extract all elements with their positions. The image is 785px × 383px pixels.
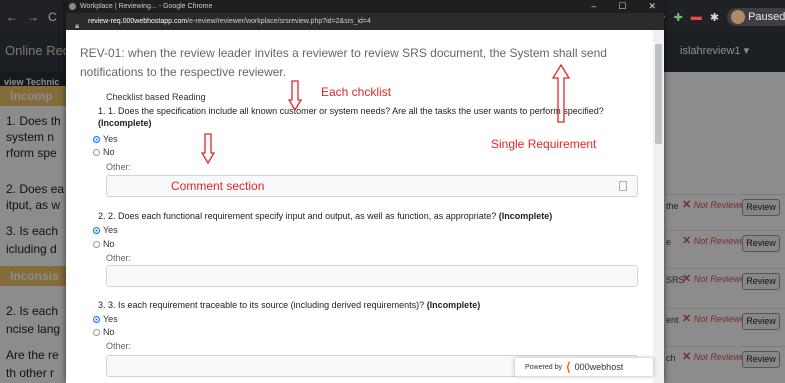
down-arrow-icon <box>288 80 302 112</box>
reload-icon[interactable]: C <box>48 10 57 24</box>
popup-title-bar: Workplace | Reviewing... - Google Chrome… <box>66 0 664 13</box>
extension-pin-icon[interactable]: ✱ <box>710 11 719 24</box>
radio-no-2[interactable]: No <box>93 239 115 249</box>
radio-yes-1[interactable]: Yes <box>93 134 118 144</box>
profile-paused-button[interactable]: Paused <box>727 8 785 26</box>
nav-buttons: ← → C <box>0 10 70 24</box>
radio-icon[interactable] <box>93 135 100 143</box>
question-2: 2. 2. Does each functional requirement s… <box>98 210 638 222</box>
url-path: /e-review/reviewer/workplace/srsreview.p… <box>187 18 371 25</box>
question-text: 3. 3. Is each requirement traceable to i… <box>98 300 425 310</box>
annotation-comment-section: Comment section <box>171 179 265 193</box>
radio-icon[interactable] <box>93 315 100 323</box>
back-icon[interactable]: ← <box>6 10 18 24</box>
radio-label: No <box>103 239 115 249</box>
resize-icon <box>619 181 627 191</box>
scrollbar[interactable] <box>653 30 664 383</box>
powered-by-label: Powered by <box>525 363 562 371</box>
popup-title: Workplace | Reviewing... - Google Chrome <box>80 3 213 10</box>
review-popup-window: Workplace | Reviewing... - Google Chrome… <box>66 0 664 383</box>
minimize-icon[interactable]: – <box>591 0 596 13</box>
radio-label: No <box>103 327 115 337</box>
extension-red-icon[interactable]: ▬ <box>691 11 702 23</box>
other-label: Other: <box>106 341 132 351</box>
up-arrow-icon <box>552 64 570 123</box>
avatar <box>731 10 746 24</box>
address-bar[interactable]: 🔒︎ review-req.000webhostapp.com/e-review… <box>66 13 664 30</box>
radio-icon[interactable] <box>93 328 100 336</box>
extension-toolbar: ● ✚ ▬ ✱ Paused <box>653 6 785 28</box>
comment-field-2[interactable] <box>106 265 638 287</box>
annotation-single-requirement: Single Requirement <box>491 137 597 151</box>
chrome-icon <box>69 3 76 10</box>
other-label: Other: <box>106 162 132 172</box>
extension-puzzle-icon[interactable]: ✚ <box>674 11 683 24</box>
radio-no-1[interactable]: No <box>93 147 115 157</box>
down-arrow-icon <box>201 133 215 165</box>
question-3: 3. 3. Is each requirement traceable to i… <box>98 299 638 311</box>
powered-brand: 000webhost <box>574 362 624 372</box>
section-title: Checklist based Reading <box>106 92 206 102</box>
radio-yes-2[interactable]: Yes <box>93 225 118 235</box>
annotation-each-checklist: Each chcklist <box>321 85 392 99</box>
question-tag: (Incomplete) <box>498 211 553 221</box>
forward-icon[interactable]: → <box>27 10 39 24</box>
radio-label: Yes <box>103 225 118 235</box>
radio-label: Yes <box>103 134 118 144</box>
question-tag: (Incomplete) <box>98 118 152 128</box>
question-text: 1. 1. Does the specification include all… <box>98 106 604 116</box>
radio-yes-3[interactable]: Yes <box>93 314 118 324</box>
scrollbar-thumb[interactable] <box>655 44 662 144</box>
radio-icon[interactable] <box>93 148 100 156</box>
other-label: Other: <box>106 253 132 263</box>
window-controls: – ☐ ✕ <box>591 0 656 13</box>
screen: ← → C ● ✚ ▬ ✱ Paused Online Req islahrev… <box>0 0 785 383</box>
radio-icon[interactable] <box>93 226 100 234</box>
question-text: 2. 2. Does each functional requirement s… <box>98 211 497 221</box>
radio-label: Yes <box>103 314 118 324</box>
close-icon[interactable]: ✕ <box>648 0 656 13</box>
radio-icon[interactable] <box>93 240 100 248</box>
maximize-icon[interactable]: ☐ <box>618 0 626 13</box>
radio-label: No <box>103 147 115 157</box>
radio-no-3[interactable]: No <box>93 327 115 337</box>
webhost-logo-icon: ⟨ <box>565 360 571 374</box>
url-host: review-req.000webhostapp.com <box>88 18 188 25</box>
popup-content: REV-01: when the review leader invites a… <box>66 30 664 383</box>
question-tag: (Incomplete) <box>426 300 481 310</box>
profile-paused-label: Paused <box>748 11 785 23</box>
powered-by-badge[interactable]: Powered by ⟨ 000webhost <box>514 357 654 377</box>
